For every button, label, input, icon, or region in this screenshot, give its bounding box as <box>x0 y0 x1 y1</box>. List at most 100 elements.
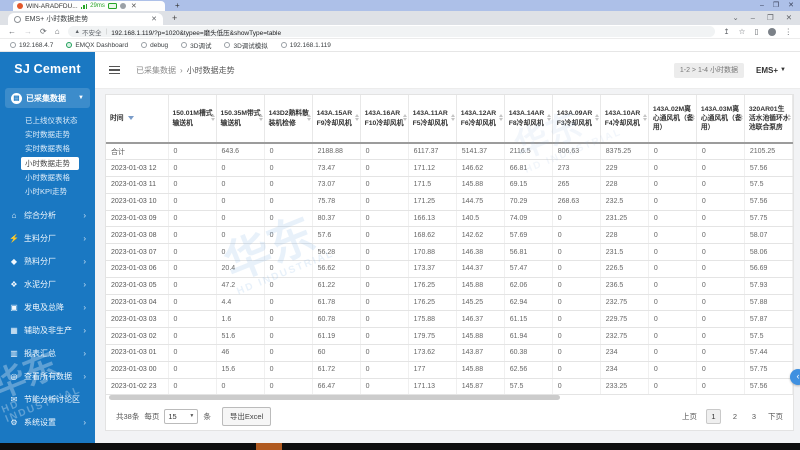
sort-icon[interactable] <box>642 113 647 121</box>
sort-icon[interactable] <box>210 113 215 121</box>
scrollbar-thumb[interactable] <box>109 395 560 400</box>
column-header[interactable]: 143A.14AR F8冷却风机 <box>504 95 553 144</box>
table-row[interactable]: 合计 0 643.6 0 2188.88 0 6117.37 5141.37 2116.5 806… <box>106 143 794 161</box>
profile-avatar[interactable] <box>767 27 776 36</box>
bookmark-item[interactable]: 3D调试 <box>181 40 211 50</box>
sort-icon[interactable] <box>594 113 599 121</box>
forward-icon[interactable]: → <box>24 27 32 36</box>
table-row[interactable]: 2023-01-03 02 0 51.6 0 61.19 0 179.75 145.88 61.… <box>106 327 794 346</box>
table-row[interactable]: 2023-01-03 06 0 20.4 0 56.62 0 173.37 144.37 57.… <box>106 260 794 278</box>
sidebar-item[interactable]: ▦ 辅助及非生产 › <box>0 319 95 342</box>
bookmark-item[interactable]: EMQX Dashboard <box>66 42 128 49</box>
sidebar-item[interactable]: ✉ 节能分析讨论区 <box>0 388 95 411</box>
new-tab-button[interactable]: + <box>172 12 177 25</box>
menu-toggle-icon[interactable] <box>109 65 120 75</box>
tab-close-icon[interactable]: ✕ <box>151 15 157 23</box>
browser-tab[interactable]: EMS+ 小时数据走势 ✕ <box>8 13 163 25</box>
sort-icon[interactable] <box>450 113 455 121</box>
sidebar-subitem[interactable]: 小时数据表格 <box>0 171 95 185</box>
column-header[interactable]: 143A.09AR F3冷却风机 <box>552 95 601 144</box>
page-button-1[interactable]: 1 <box>706 408 721 424</box>
profile-menu[interactable]: EMS+ <box>756 66 778 75</box>
bookmark-item[interactable]: 3D调试模拟 <box>224 40 268 50</box>
table-row[interactable]: 2023-01-03 00 0 15.6 0 61.72 0 177 145.88 62.56 0… <box>106 361 794 379</box>
url-input[interactable]: ▲ 不安全 | 192.168.1.119/?p=1020&typee=磨头低压… <box>67 26 716 37</box>
sort-icon[interactable] <box>787 113 791 121</box>
bookmark-item[interactable]: debug <box>141 42 168 49</box>
tab-search-icon[interactable]: ⌄ <box>733 11 739 25</box>
sort-icon[interactable] <box>690 113 695 121</box>
table-row[interactable]: 2023-01-03 12 0 0 0 73.47 0 171.12 146.62 66.81 2… <box>106 159 794 178</box>
prev-page-button[interactable]: 上页 <box>682 411 697 422</box>
breadcrumb-parent[interactable]: 已采集数据 <box>136 65 176 76</box>
sidebar-item[interactable]: ◎ 查看所有数据 › <box>0 365 95 388</box>
table-row[interactable]: 2023-01-03 04 0 4.4 0 61.78 0 176.25 145.25 62.9… <box>106 294 794 312</box>
bookmark-star-icon[interactable]: ☆ <box>739 27 746 36</box>
remote-minimize-button[interactable]: – <box>760 0 764 11</box>
side-panel-icon[interactable]: ▯ <box>754 27 758 36</box>
horizontal-scrollbar[interactable] <box>109 395 792 400</box>
table-row[interactable]: 2023-01-03 05 0 47.2 0 61.22 0 176.25 145.88 62.… <box>106 277 794 295</box>
sidebar-subitem[interactable]: 小时KPI走势 <box>0 185 95 199</box>
back-icon[interactable]: ← <box>8 27 16 36</box>
sort-icon[interactable] <box>258 113 263 121</box>
sort-icon[interactable] <box>354 113 359 121</box>
page-button-3[interactable]: 3 <box>749 412 759 421</box>
column-header[interactable]: 143A.10AR F4冷却风机 <box>600 95 649 144</box>
table-row[interactable]: 2023-01-03 08 0 0 0 57.6 0 168.62 142.62 57.69 0 2… <box>106 226 794 245</box>
bookmark-item[interactable]: 192.168.1.119 <box>280 42 331 49</box>
sidebar-subitem[interactable]: 实时数据表格 <box>0 142 95 156</box>
column-header[interactable]: 150.35M带式输送机 <box>216 95 265 144</box>
remote-tab-close-icon[interactable]: ✕ <box>131 2 137 10</box>
sidebar-subitem[interactable]: 实时数据走势 <box>0 128 95 142</box>
sidebar-item[interactable]: ▣ 发电及总降 › <box>0 296 95 319</box>
column-header[interactable]: 320AR01生活水池循环水池联合泵房 <box>744 95 794 144</box>
sort-icon[interactable] <box>306 113 311 121</box>
table-row[interactable]: 2023-01-03 03 0 1.6 0 60.78 0 175.88 146.37 61.1… <box>106 310 794 329</box>
remote-desktop-tab[interactable]: WIN-ARADFDU... 29ms ✕ <box>13 1 165 11</box>
sidebar-item[interactable]: ▥ 报表汇总 › <box>0 342 95 365</box>
column-header[interactable]: 143A.12AR F6冷却风机 <box>456 95 505 144</box>
export-excel-button[interactable]: 导出Excel <box>221 406 272 426</box>
reload-icon[interactable]: ⟳ <box>40 27 47 36</box>
home-icon[interactable]: ⌂ <box>55 27 60 36</box>
sidebar-item[interactable]: ◆ 熟料分厂 › <box>0 250 95 273</box>
column-header[interactable]: 143A.11AR F5冷却风机 <box>408 95 457 144</box>
column-header[interactable]: 143A.16AR F10冷却风机 <box>360 95 409 144</box>
sort-icon[interactable] <box>402 113 407 121</box>
column-header[interactable]: 143A.15AR F9冷却风机 <box>312 95 361 144</box>
sidebar-item-collected-data[interactable]: ▤ 已采集数据 ▼ <box>5 88 90 108</box>
range-badge[interactable]: 1-2 > 1-4 小时数据 <box>673 62 745 78</box>
panel-collapse-button[interactable]: ‹ <box>790 369 800 385</box>
remote-maximize-button[interactable]: ❐ <box>773 0 779 11</box>
column-header[interactable]: 143A.02M离心通风机（备用） <box>648 95 697 144</box>
column-header[interactable]: 150.01M槽式输送机 <box>168 95 217 144</box>
next-page-button[interactable]: 下页 <box>768 411 783 422</box>
column-header[interactable]: 143D2熟料散装机检修 <box>264 95 313 144</box>
per-page-select[interactable]: 15 ▼ <box>164 408 199 424</box>
table-row[interactable]: 2023-01-03 07 0 0 0 56.28 0 170.88 146.38 56.81 0… <box>106 243 794 262</box>
sort-icon[interactable] <box>498 113 503 121</box>
share-icon[interactable]: ↥ <box>723 27 729 36</box>
table-row[interactable]: 2023-01-03 09 0 0 0 80.37 0 166.13 140.5 74.09 0 2… <box>106 210 794 228</box>
table-row[interactable]: 2023-01-02 23 0 0 0 66.47 0 171.13 145.87 57.5 0 2… <box>106 378 794 396</box>
bookmark-item[interactable]: 192.168.4.7 <box>10 42 53 49</box>
table-row[interactable]: 2023-01-03 11 0 0 0 73.07 0 171.5 145.88 69.15 26… <box>106 176 794 194</box>
window-close-button[interactable]: ✕ <box>786 11 792 25</box>
remote-close-button[interactable]: ✕ <box>788 0 794 11</box>
sidebar-item[interactable]: ⚡ 生料分厂 › <box>0 227 95 250</box>
window-minimize-button[interactable]: – <box>751 11 755 25</box>
sidebar-subitem-active[interactable]: 小时数据走势 <box>21 157 79 170</box>
sidebar-item[interactable]: ❖ 水泥分厂 › <box>0 273 95 296</box>
table-row[interactable]: 2023-01-03 01 0 46 0 60 0 173.62 143.87 60.38 0 23… <box>106 344 794 362</box>
sort-icon[interactable] <box>738 113 743 121</box>
taskbar-item[interactable] <box>256 443 282 450</box>
browser-menu-icon[interactable]: ⋮ <box>785 27 793 36</box>
remote-new-tab-button[interactable]: + <box>175 0 180 11</box>
sort-icon[interactable] <box>546 113 551 121</box>
sidebar-item[interactable]: ⚙ 系统设置 › <box>0 411 95 434</box>
sidebar-item[interactable]: ⌂ 综合分析 › <box>0 204 95 227</box>
sidebar-subitem[interactable]: 已上线仪表状态 <box>0 114 95 128</box>
column-header[interactable]: 143A.03M离心通风机（备用） <box>696 95 745 144</box>
page-button-2[interactable]: 2 <box>730 412 740 421</box>
